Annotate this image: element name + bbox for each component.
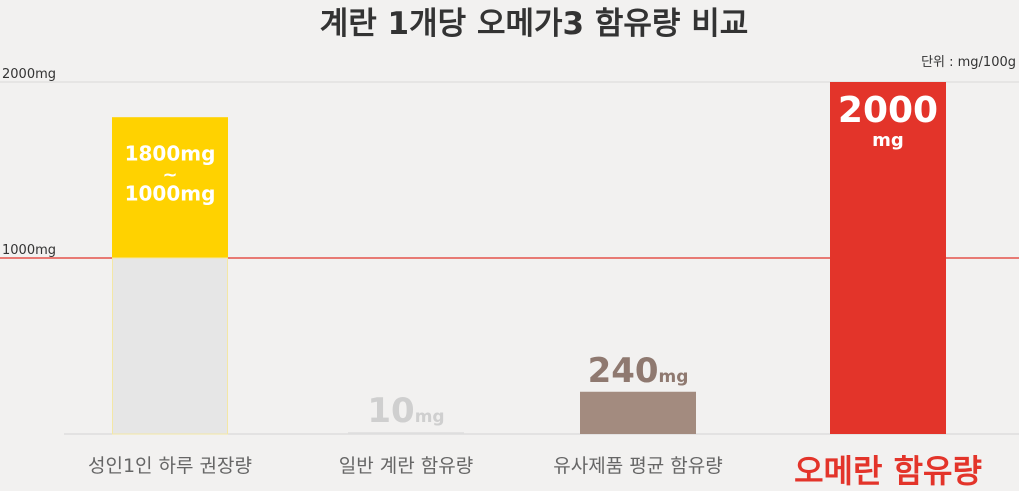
data-label-unit: mg <box>659 367 689 387</box>
y-tick-label-2000: 2000mg <box>2 67 56 82</box>
data-label: 10mg <box>367 391 444 431</box>
category-label-3: 유사제품 평균 함유량 <box>553 455 722 477</box>
data-label-bottom: 1000mg <box>125 182 216 206</box>
category-label-2: 일반 계란 함유량 <box>339 455 473 477</box>
y-tick-label-1000: 1000mg <box>2 243 56 258</box>
category-label-4: 오메란 함유량 <box>794 452 982 490</box>
data-label-unit: mg <box>872 130 904 151</box>
data-label-top: 1800mg <box>125 142 216 166</box>
data-label-value: 240 <box>588 351 659 391</box>
bar <box>580 391 696 434</box>
data-label-value: 2000 <box>838 90 938 131</box>
omega3-chart: 계란 1개당 오메가3 함유량 비교 단위 : mg/100g 2000mg10… <box>0 6 1019 490</box>
category-label-1: 성인1인 하루 권장량 <box>88 455 252 477</box>
bar <box>348 432 464 434</box>
data-label-unit: mg <box>415 407 445 427</box>
unit-note: 단위 : mg/100g <box>921 55 1016 70</box>
chart-title: 계란 1개당 오메가3 함유량 비교 <box>320 6 749 42</box>
bar-base <box>112 258 228 434</box>
bar-group-3 <box>580 391 696 434</box>
data-label-value: 10 <box>367 391 414 431</box>
data-label: 240mg <box>588 351 689 391</box>
bar-group-2 <box>348 432 464 434</box>
